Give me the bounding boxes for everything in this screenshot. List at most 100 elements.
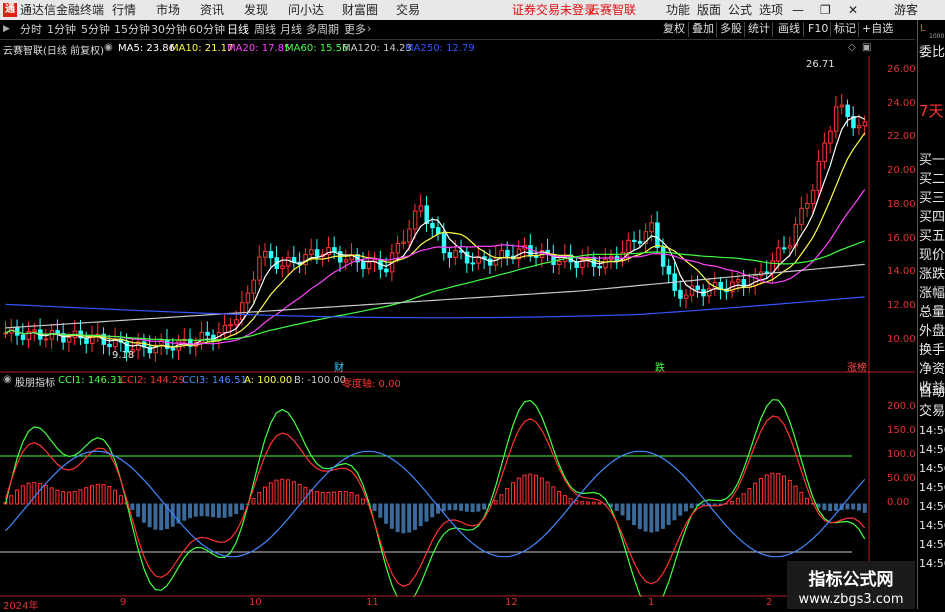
menu-function[interactable]: 功能 (666, 2, 690, 18)
tab-15min[interactable]: 15分钟 (114, 22, 150, 37)
tab-5min[interactable]: 5分钟 (81, 22, 110, 37)
event-marker-finance[interactable]: 财 (334, 359, 344, 374)
menu-quotes[interactable]: 行情 (112, 2, 136, 18)
tab-60min[interactable]: 60分钟 (189, 22, 225, 37)
candle-body (575, 262, 579, 268)
panel-row[interactable]: 外盘 (919, 323, 945, 341)
user-label[interactable]: 游客 (894, 2, 918, 18)
cci-bar (67, 492, 70, 504)
panel-row[interactable]: 买一 (919, 152, 945, 170)
candle-body (240, 303, 244, 320)
menu-news[interactable]: 资讯 (200, 2, 224, 18)
panel-row[interactable]: 涨幅 (919, 285, 945, 303)
panel-time: 14:56 (919, 498, 945, 516)
menu-layout[interactable]: 版面 (697, 2, 721, 18)
candle-body (258, 257, 262, 280)
cci-bar (50, 488, 53, 504)
minimize-icon[interactable]: — (792, 2, 804, 18)
stats-button[interactable]: 统计 (748, 21, 770, 37)
panel-row[interactable]: 买五 (919, 228, 945, 246)
panel-time: 14:56 (919, 460, 945, 478)
menu-market[interactable]: 市场 (156, 2, 180, 18)
menu-discover[interactable]: 发现 (244, 2, 268, 18)
menu-options[interactable]: 选项 (759, 2, 783, 18)
menu-ask[interactable]: 问小达 (288, 2, 324, 18)
event-marker-rise-list[interactable]: 涨榜 (847, 359, 867, 374)
settings-icon[interactable]: ◉ (3, 374, 12, 385)
tab-monthly[interactable]: 月线 (280, 22, 302, 37)
candle-body (338, 252, 342, 262)
close-icon[interactable]: ✕ (848, 2, 858, 18)
panel-row[interactable]: 涨跌 (919, 266, 945, 284)
event-marker-fall[interactable]: 跌 (655, 359, 665, 374)
add-favorite-button[interactable]: +自选 (862, 21, 893, 37)
multi-stock-button[interactable]: 多股 (720, 21, 742, 37)
cci-bar (252, 499, 255, 504)
candle-body (246, 293, 250, 303)
restore-icon[interactable]: ❐ (820, 2, 831, 18)
mark-button[interactable]: 标记 (834, 21, 856, 37)
panel-row[interactable]: 净资 (919, 361, 945, 379)
panel-row[interactable]: 现价 (919, 247, 945, 265)
cci-bar (563, 496, 566, 504)
toolbar-divider (716, 22, 717, 37)
f10-button[interactable]: F10 (808, 21, 828, 37)
indicator-name[interactable]: 股朋指标 (15, 374, 55, 389)
price-tick-label: 22.00 (887, 131, 916, 142)
cci-bar (748, 489, 751, 504)
panel-row[interactable]: 委比 (919, 44, 945, 62)
settings-icon[interactable]: ◉ (104, 42, 113, 53)
panel-row[interactable]: 买二 (919, 171, 945, 189)
collapse-icon[interactable]: ▣ (862, 42, 871, 53)
cci-bar (119, 496, 122, 504)
candle-body (206, 332, 210, 335)
watermark-url: www.zbgs3.com (787, 592, 915, 607)
draw-line-button[interactable]: 画线 (778, 21, 800, 37)
tab-weekly[interactable]: 周线 (254, 22, 276, 37)
chevron-right-icon[interactable]: › (367, 22, 371, 35)
diamond-icon[interactable]: ◇ (848, 42, 856, 53)
panel-row[interactable]: 自动 (919, 384, 945, 402)
panel-row[interactable]: 买四 (919, 209, 945, 227)
candle-body (488, 259, 492, 265)
panel-row[interactable]: 买三 (919, 190, 945, 208)
toolbar-divider (688, 22, 689, 37)
ma-value-4: MA120: 14.23 (342, 43, 412, 54)
chart-area[interactable] (0, 56, 915, 597)
panel-row[interactable]: 换手 (919, 342, 945, 360)
candle-body (44, 339, 48, 340)
tab-multi-period[interactable]: 多周期 (306, 22, 339, 37)
menu-wealth[interactable]: 财富圈 (342, 2, 378, 18)
candle-body (627, 240, 631, 252)
cci-bar (73, 491, 76, 504)
panel-row[interactable]: 7天 (919, 102, 945, 120)
play-icon[interactable]: ▶ (3, 24, 10, 34)
tab-more[interactable]: 更多 (344, 22, 366, 37)
menu-formula[interactable]: 公式 (728, 2, 752, 18)
toolbar-divider (830, 22, 831, 37)
overlay-button[interactable]: 叠加 (692, 21, 714, 37)
panel-row[interactable]: 总量 (919, 304, 945, 322)
cci-bar (783, 476, 786, 504)
login-notice[interactable]: 证券交易未登录 (512, 2, 596, 18)
tab-timeshare[interactable]: 分时 (20, 22, 42, 37)
panel-row[interactable]: 交易 (919, 403, 945, 421)
cci-bar (759, 478, 762, 504)
tab-1min[interactable]: 1分钟 (47, 22, 76, 37)
series-line (6, 400, 865, 597)
quote-side-panel: L 1000 委比7天买一买二买三买四买五现价涨跌涨幅总量外盘换手净资收益自动交… (917, 20, 945, 609)
series-line (6, 416, 865, 586)
cci-bar (327, 492, 330, 504)
price-tick-label: 14.00 (887, 266, 916, 277)
cci-bar (44, 485, 47, 504)
menu-trade[interactable]: 交易 (396, 2, 420, 18)
tab-30min[interactable]: 30分钟 (151, 22, 187, 37)
ma-value-0: MA5: 23.86 (118, 43, 175, 54)
stock-chart-label: 云赛智联(日线 前复权) (3, 42, 104, 57)
tab-daily[interactable]: 日线 (227, 22, 249, 37)
candle-body (385, 269, 389, 272)
cci-bar (189, 504, 192, 518)
adjust-button[interactable]: 复权 (663, 21, 685, 37)
candle-body (633, 240, 637, 241)
series-line (6, 116, 865, 348)
